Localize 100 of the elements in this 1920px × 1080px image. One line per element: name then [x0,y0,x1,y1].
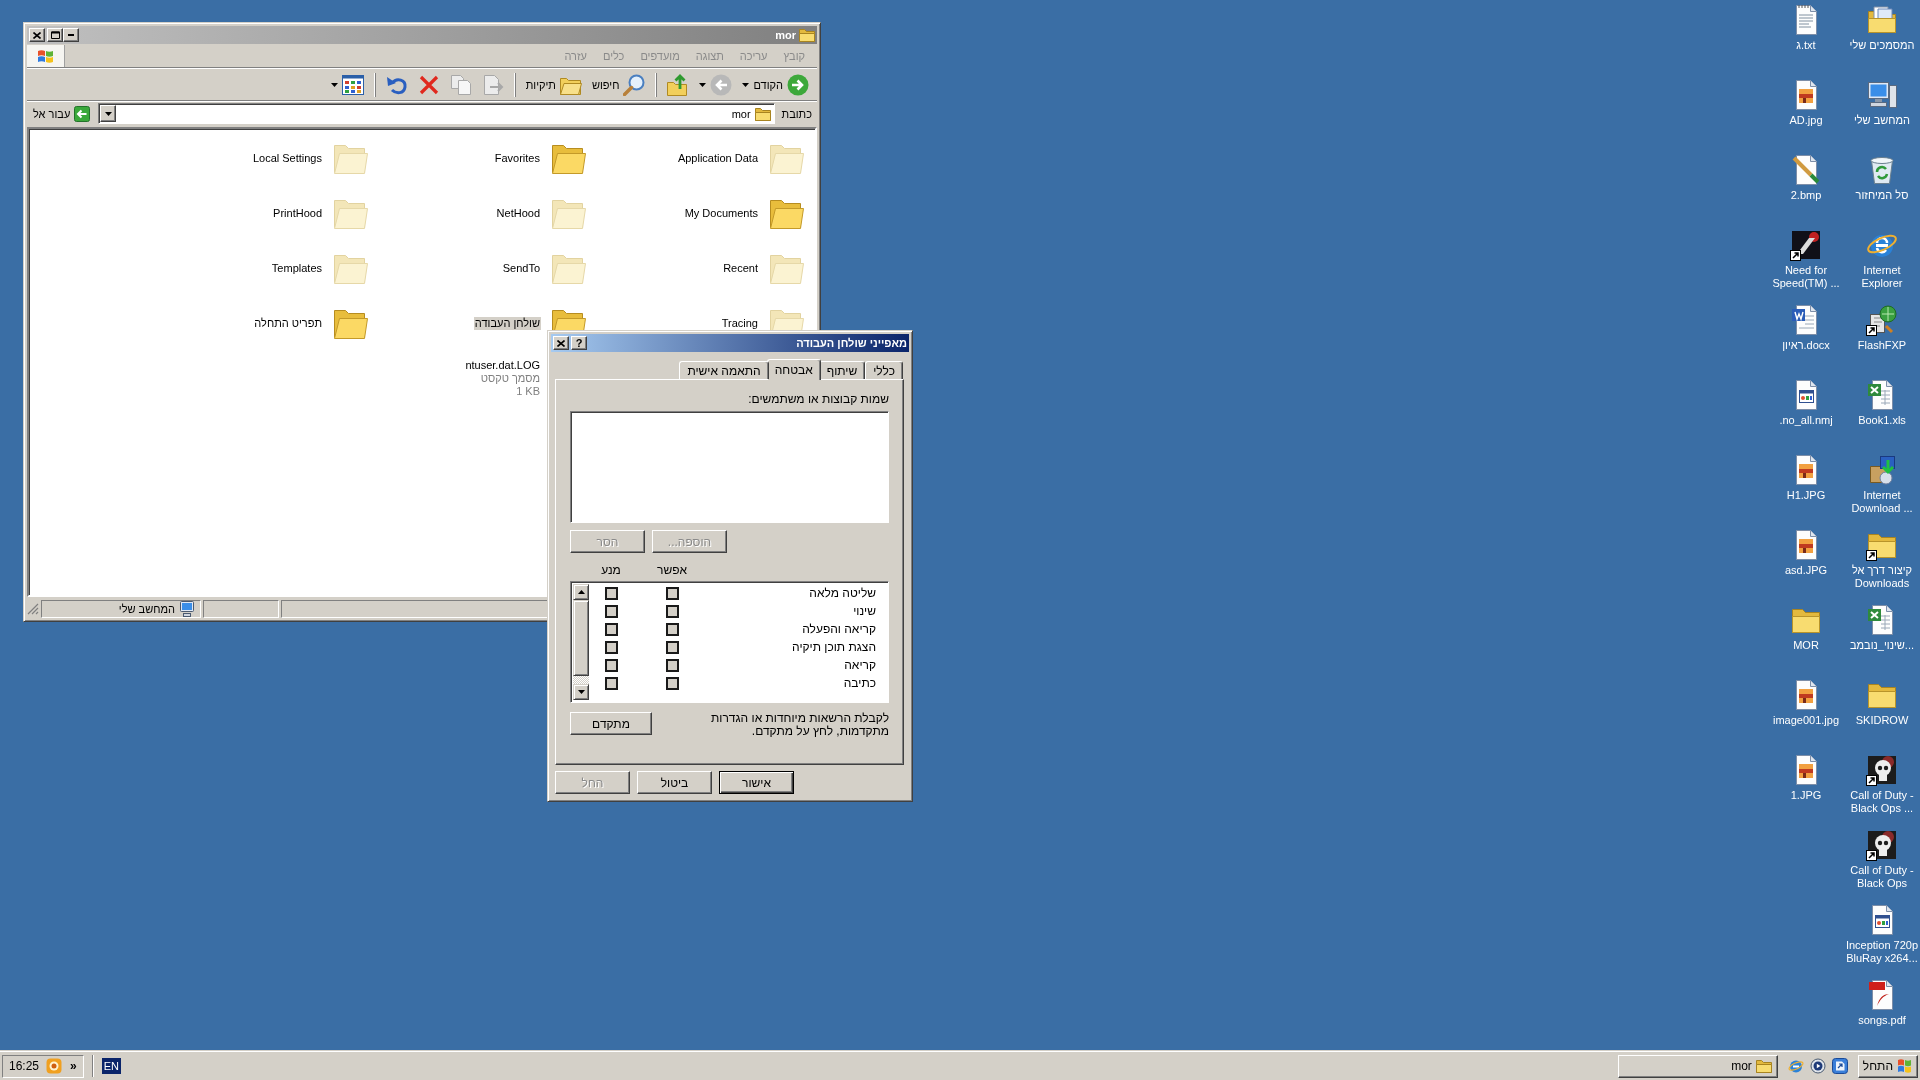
language-indicator[interactable]: EN [101,1058,121,1074]
file-name[interactable]: שולחן העבודה [473,317,541,330]
tab[interactable]: התאמה אישית [679,361,769,379]
icon-label[interactable]: 1.JPG [1790,789,1822,802]
arrow-up-icon [577,590,585,594]
icon-label[interactable]: 2.bmp [1790,189,1822,202]
scroll-up-button[interactable] [573,584,589,600]
icon-label[interactable]: שינוי_נובמב... [1850,639,1914,652]
close-icon [557,339,565,347]
close-button[interactable] [29,28,45,42]
taskbar-button[interactable]: mor [1617,1054,1778,1078]
close-icon [33,31,41,39]
icon-label[interactable]: FlashFXP [1857,339,1907,352]
computer-icon [180,600,194,617]
ok-button[interactable]: אישור [719,771,794,794]
icon-label[interactable]: AD.jpg [1789,114,1823,127]
scrollbar-thumb[interactable] [573,600,589,676]
file-name[interactable]: תפריט התחלה [253,317,323,330]
file-name[interactable]: Application Data [676,152,759,165]
folders-button[interactable]: תיקיות [521,70,586,99]
dropdown-button[interactable] [100,105,117,122]
clock: 16:25 [9,1059,40,1073]
address-field[interactable]: mor [98,103,775,124]
icon-label[interactable]: המחשב שלי [1853,114,1911,127]
icon-label[interactable]: קיצור דרך אל Downloads [1845,564,1919,590]
icon-label[interactable]: H1.JPG [1786,489,1826,502]
icon-label[interactable]: MOR [1793,639,1819,652]
file-detail: מסמך טקסט [479,372,541,385]
help-button[interactable]: ? [571,336,587,350]
window-title: mor [775,29,796,41]
users-label: שמות קבוצות או משתמשים: [747,392,889,406]
icon-label[interactable]: סל המיחזור [1855,189,1909,202]
file-name[interactable]: Tracing [720,317,759,330]
skull-icon[interactable] [1866,754,1898,786]
permission-name: קריאה והפעלה [801,622,877,636]
file-name[interactable]: PrintHood [272,207,323,220]
icon-label[interactable]: songs.pdf [1858,1014,1906,1027]
close-button[interactable] [553,336,569,350]
flag-logo-icon [27,44,65,67]
documents-folder-icon[interactable] [1866,4,1898,36]
permission-name: כתיבה [842,676,877,690]
search-icon [623,73,646,96]
file-name[interactable]: My Documents [683,207,759,220]
folder-up-arrow-icon [667,73,690,96]
users-list[interactable] [570,411,889,523]
folder-icon [1755,1059,1772,1073]
file-name[interactable]: NetHood [495,207,541,220]
go-button[interactable]: עבור אל [29,103,95,124]
skull-icon[interactable] [1866,829,1898,861]
icon-label[interactable]: Book1.xls [1858,414,1906,427]
file-name[interactable]: Local Settings [251,152,323,165]
chevron-button[interactable]: » [69,1059,78,1073]
scroll-down-button[interactable] [573,684,589,700]
file-name[interactable]: Recent [722,262,759,275]
minimize-button[interactable] [63,28,79,42]
documents-icon [449,73,472,96]
e-globe-icon[interactable] [1787,1058,1804,1074]
tab[interactable]: כללי [865,361,903,379]
folder-icon [754,106,771,121]
file-name[interactable]: SendTo [501,262,541,275]
maximize-button[interactable] [47,28,63,42]
folder-icon [799,28,815,42]
icon-label[interactable]: ראיון.docx [1782,339,1830,352]
start-button[interactable]: התחל [1857,1054,1918,1078]
play-disc-icon[interactable] [1809,1058,1826,1074]
permission-name: שינוי [852,604,877,618]
icon-label[interactable]: Inception 720p BluRay x264... [1845,939,1919,965]
caret-icon [742,82,750,87]
arrow-circle-right-icon [787,73,809,96]
icon-label[interactable]: .no_all.nmj [1779,414,1833,427]
document-arrow-icon [481,73,504,96]
scrollbar[interactable] [573,584,589,700]
icon-label[interactable]: המסמכים שלי [1849,39,1915,52]
icon-label[interactable]: Internet Download ... [1845,489,1919,515]
tab[interactable]: שיתוף [818,361,866,379]
swoosh-tile-icon[interactable] [1790,229,1822,261]
cancel-button[interactable]: ביטול [637,771,712,794]
resize-grip-icon[interactable] [27,602,39,615]
computer-icon[interactable] [1866,79,1898,111]
back-button[interactable]: הקודם [738,70,813,99]
file-detail: 1 KB [515,385,541,398]
file-name[interactable]: ntuser.dat.LOG [464,359,541,372]
icon-label[interactable]: SKIDROW [1855,714,1909,727]
icon-label[interactable]: asd.JPG [1784,564,1828,577]
file-name[interactable]: Favorites [493,152,541,165]
advanced-button[interactable]: מתקדם [570,712,652,735]
icon-label[interactable]: Need for Speed(TM) ... [1769,264,1843,290]
icon-label[interactable]: Call of Duty - Black Ops ... [1845,789,1919,815]
tab[interactable]: אבטחה [766,359,821,380]
globe-document-icon[interactable] [1866,304,1898,336]
icon-label[interactable]: image001.jpg [1772,714,1840,727]
x-mark-icon [417,73,440,96]
search-button[interactable]: חיפוש [587,70,650,99]
file-name[interactable]: Templates [270,262,323,275]
icon-label[interactable]: ג.txt [1796,39,1816,52]
paintbrush-file-icon[interactable] [1790,154,1822,186]
advanced-note: לקבלת הרשאות מיוחדות או הגדרות מתקדמות, לחץ על מתקדם. [710,712,889,738]
icon-label[interactable]: Internet Explorer [1845,264,1919,290]
ring-tile-icon[interactable] [46,1058,63,1074]
icon-label[interactable]: Call of Duty - Black Ops [1845,864,1919,890]
